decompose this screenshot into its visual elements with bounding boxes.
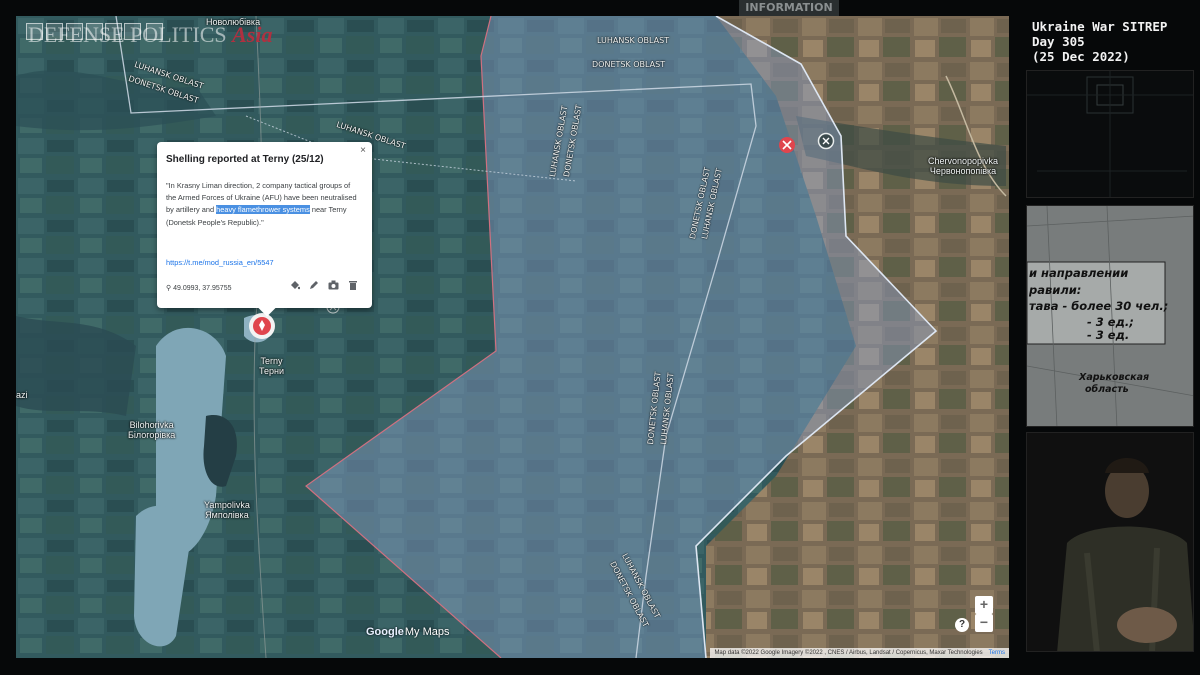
info-window-toolbar [290, 280, 358, 290]
ru-text-line: область [1085, 384, 1129, 395]
pencil-icon[interactable] [309, 280, 319, 290]
ru-text-line: Харьковская [1079, 372, 1150, 383]
video-person-panel [1026, 432, 1194, 652]
google-my-maps-logo: GoogleMy Maps [366, 626, 450, 638]
ru-text-line: тава - более 30 чел.; [1029, 299, 1169, 313]
crossed-marker-icon[interactable] [817, 132, 835, 150]
radar-graphic [1027, 71, 1193, 197]
boundary-label: LUHANSK OBLAST [597, 36, 670, 45]
close-icon[interactable]: × [360, 145, 366, 156]
newsreel-panel: и направлении равили: тава - более 30 че… [1026, 205, 1194, 427]
info-window-title: Shelling reported at Terny (25/12) [166, 154, 324, 165]
information-tag: INFORMATION [739, 0, 839, 16]
place-label-terny: Terny Терни [259, 356, 285, 376]
place-label-chervonopopivka: Chervonopopivka Червонопопівка [928, 156, 999, 176]
place-label-novoliubivka: Новолюбівка [206, 17, 261, 27]
place-label-azi: azi [16, 390, 28, 400]
info-window-description: "In Krasny Liman direction, 2 company ta… [166, 181, 357, 227]
terms-link[interactable]: Terms [989, 650, 1005, 656]
selected-marker-icon[interactable] [248, 312, 276, 340]
satellite-imagery [16, 16, 1009, 658]
explosion-marker-icon[interactable] [778, 136, 796, 154]
trash-icon[interactable] [348, 280, 358, 290]
map-attribution: Map data ©2022 Google Imagery ©2022 , CN… [710, 648, 1009, 658]
ru-text-line: и направлении [1029, 266, 1129, 280]
paint-bucket-icon[interactable] [290, 280, 300, 290]
location-pin-icon: ⚲ [166, 285, 172, 292]
place-label-yampolivka: Yampolivka Ямполівка [204, 500, 250, 520]
google-map[interactable]: DEFENSE POLITICS Asia LUHANSK OBLAST DON… [16, 16, 1009, 658]
ru-text-line: равили: [1029, 283, 1082, 297]
sitrep-caption: Ukraine War SITREP Day 305 (25 Dec 2022) [1032, 19, 1168, 64]
ru-text-line: - 3 ед. [1087, 328, 1130, 342]
selected-text: heavy flamethrower systems [216, 205, 310, 215]
camera-icon[interactable] [328, 280, 339, 290]
place-label-bilohorivka: Bilohorivka Білогорівка [128, 420, 176, 440]
info-window[interactable]: Shelling reported at Terny (25/12) × "In… [157, 142, 372, 317]
zoom-out-button[interactable]: − [975, 614, 993, 632]
source-link[interactable]: https://t.me/mod_russia_en/5547 [166, 258, 274, 267]
person-video-frame [1027, 433, 1193, 651]
ru-text-line: - 3 ед.; [1087, 315, 1134, 329]
radar-panel [1026, 70, 1194, 198]
video-frame: DEFENSE POLITICS Asia LUHANSK OBLAST DON… [0, 0, 1200, 675]
boundary-label: DONETSK OBLAST [592, 60, 666, 69]
zoom-in-button[interactable]: + [975, 596, 993, 614]
coordinates: ⚲ 49.0993, 37.95755 [166, 285, 232, 292]
help-button[interactable]: ? [955, 618, 969, 632]
